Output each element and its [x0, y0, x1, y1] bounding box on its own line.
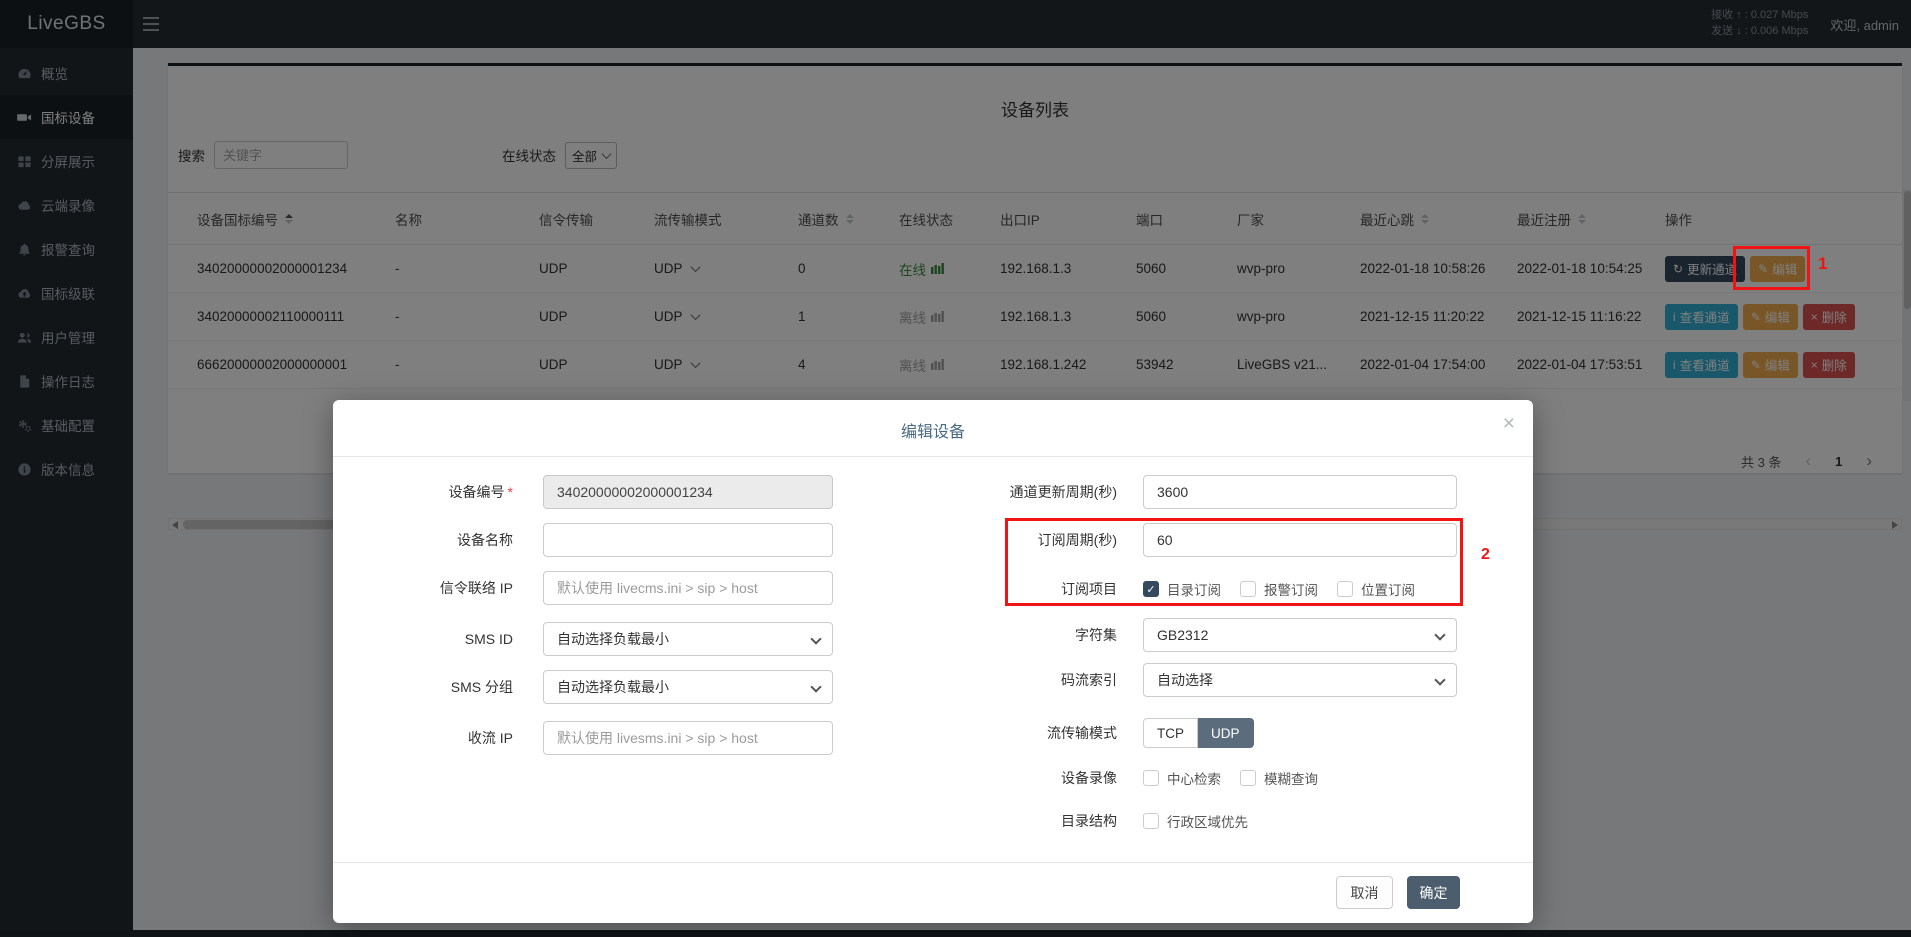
checkbox-icon: ✓: [1143, 770, 1159, 786]
annotation-number-2: 2: [1481, 546, 1490, 564]
dir-structure-label: 目录结构: [947, 811, 1117, 831]
sms-id-select[interactable]: 自动选择负载最小: [543, 622, 833, 656]
tcp-option[interactable]: TCP: [1143, 718, 1198, 748]
chevron-down-icon: [1434, 674, 1445, 685]
signal-contact-ip-label: 信令联络 IP: [363, 578, 513, 598]
checkbox-icon: ✓: [1143, 813, 1159, 829]
chevron-down-icon: [1434, 629, 1445, 640]
confirm-button[interactable]: 确定: [1407, 876, 1460, 909]
modal-title: 编辑设备: [333, 418, 1533, 442]
sms-group-label: SMS 分组: [363, 677, 513, 697]
channel-refresh-label: 通道更新周期(秒): [947, 482, 1117, 502]
sms-group-select[interactable]: 自动选择负载最小: [543, 670, 833, 704]
sms-id-label: SMS ID: [363, 631, 513, 647]
stream-index-label: 码流索引: [947, 670, 1117, 690]
device-record-label: 设备录像: [947, 768, 1117, 788]
chevron-down-icon: [810, 681, 821, 692]
cancel-button[interactable]: 取消: [1336, 876, 1393, 909]
required-asterisk: *: [508, 484, 513, 500]
channel-refresh-field[interactable]: [1143, 475, 1457, 509]
stream-receive-ip-field[interactable]: [543, 721, 833, 755]
device-name-field[interactable]: [543, 523, 833, 557]
close-icon[interactable]: ×: [1503, 413, 1515, 434]
charset-label: 字符集: [947, 625, 1117, 645]
annotation-number-1: 1: [1818, 254, 1827, 274]
stream-mode-toggle: TCP UDP: [1143, 718, 1254, 748]
stream-mode-label: 流传输模式: [947, 723, 1117, 743]
signal-contact-ip-field[interactable]: [543, 571, 833, 605]
stream-index-select[interactable]: 自动选择: [1143, 663, 1457, 697]
udp-option[interactable]: UDP: [1198, 718, 1254, 748]
annotation-box-2: [1005, 518, 1463, 606]
fuzzy-query-checkbox[interactable]: ✓模糊查询: [1240, 768, 1318, 788]
checkbox-icon: ✓: [1240, 770, 1256, 786]
charset-select[interactable]: GB2312: [1143, 618, 1457, 652]
admin-region-priority-checkbox[interactable]: ✓行政区域优先: [1143, 811, 1248, 831]
edit-device-modal: 编辑设备 × 设备编号* 设备名称 信令联络 IP SMS ID 自动选择负载最…: [333, 400, 1533, 923]
stream-receive-ip-label: 收流 IP: [363, 728, 513, 748]
center-search-checkbox[interactable]: ✓中心检索: [1143, 768, 1221, 788]
app-screen: LiveGBS 接收 ↑ : 0.027 Mbps 发送 ↓ : 0.006 M…: [0, 0, 1911, 937]
device-id-label: 设备编号*: [363, 482, 513, 502]
chevron-down-icon: [810, 633, 821, 644]
device-id-field: [543, 475, 833, 509]
annotation-box-1: [1733, 246, 1810, 290]
device-name-label: 设备名称: [363, 530, 513, 550]
